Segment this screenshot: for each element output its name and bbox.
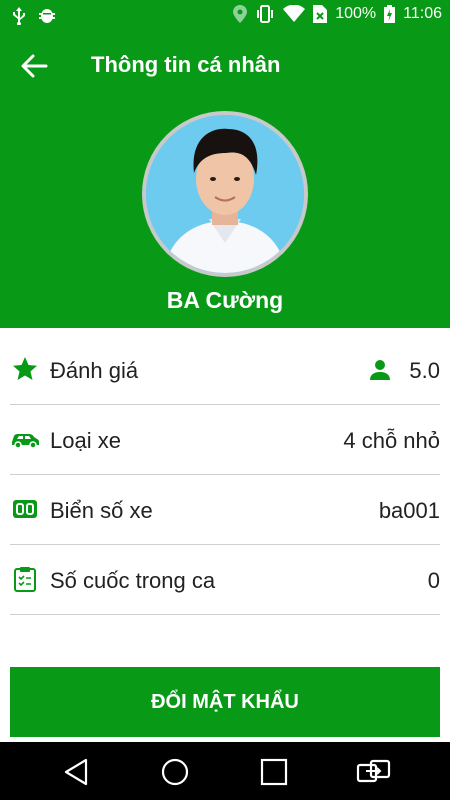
trip-count-row: Số cuốc trong ca 0 [10,544,440,615]
circle-home-icon [161,758,189,786]
nav-home-button[interactable] [159,756,191,788]
battery-icon [384,5,396,23]
page-title: Thông tin cá nhân [91,52,281,77]
clock: 11:06 [403,5,442,22]
back-button[interactable] [16,48,52,84]
android-debug-icon [39,9,55,23]
no-sim-icon [313,5,328,23]
profile-header: BA Cường [0,100,450,328]
battery-percent: 100% [335,5,377,22]
arrow-left-icon [21,54,48,78]
trip-count-label: Số cuốc trong ca [50,568,216,593]
vibrate-icon [257,5,274,23]
square-recents-icon [260,758,288,786]
nav-back-button[interactable] [60,756,92,788]
vehicle-type-value: 4 chỗ nhỏ [343,428,440,453]
vehicle-type-label: Loại xe [50,428,121,453]
license-plate-row: Biển số xe ba001 [10,474,440,545]
rating-row: Đánh giá 5.0 [10,334,440,405]
license-plate-label: Biển số xe [50,498,153,523]
usb-icon [13,7,25,25]
nav-recents-button[interactable] [258,756,290,788]
avatar [142,111,308,277]
license-plate-value: ba001 [378,498,440,523]
star-icon [13,357,37,380]
trip-count-value: 0 [427,568,440,593]
clipboard-icon [14,567,36,592]
profile-name: BA Cường [166,287,284,313]
rating-value: 5.0 [409,358,440,383]
person-icon [370,360,390,380]
status-bar: 100% 11:06 [0,0,450,32]
nav-switch-button[interactable] [356,756,392,788]
location-icon [233,5,248,23]
triangle-back-icon [64,758,88,786]
app-bar: Thông tin cá nhân [0,32,450,100]
rating-label: Đánh giá [50,358,139,383]
license-plate-icon [13,500,37,518]
change-password-button[interactable]: ĐỔI MẬT KHẨU [10,667,440,737]
switch-windows-icon [356,759,391,783]
car-icon [12,434,39,449]
vehicle-type-row: Loại xe 4 chỗ nhỏ [10,404,440,475]
navigation-bar [0,742,450,800]
wifi-icon [283,5,306,22]
